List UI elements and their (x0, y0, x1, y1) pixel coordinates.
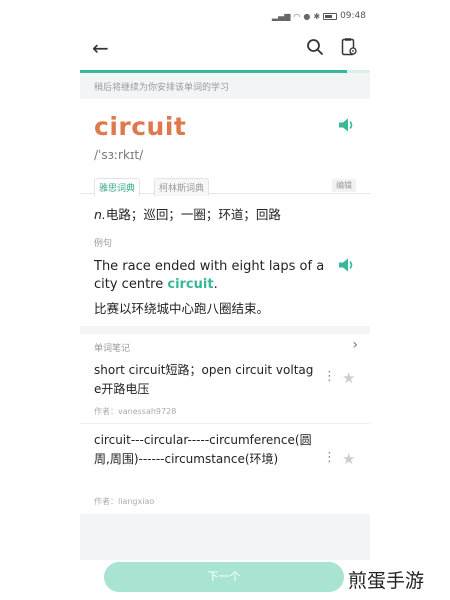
example-highlight: circuit (167, 277, 214, 292)
notebook-settings-icon[interactable] (340, 38, 358, 56)
example-chinese: 比赛以环绕城中心跑八圈结束。 (94, 301, 270, 316)
signal-icon: ▂▄▆ (271, 11, 291, 21)
note-text: short circuit短路；open circuit voltage开路电压 (94, 363, 314, 396)
example-speaker-icon[interactable] (338, 258, 354, 272)
dictionary-tabs: 雅思词典 柯林斯词典 编辑 (80, 176, 370, 196)
tab-collins-dictionary[interactable]: 柯林斯词典 (154, 178, 210, 196)
word-speaker-icon[interactable] (338, 118, 354, 132)
bluetooth-icon: ✱ (313, 11, 321, 21)
note-author: 作者：liangxiao (94, 497, 155, 506)
definition-text: 电路；巡回；一圈；环道；回路 (105, 207, 281, 222)
more-options-icon[interactable]: ⋮ (323, 451, 336, 464)
section-divider (80, 326, 370, 334)
star-icon[interactable]: ★ (342, 369, 355, 387)
learning-hint: 稍后将继续为你安排该单词的学习 (80, 73, 370, 99)
phonetic: /ˈsɜːrkɪt/ (94, 148, 144, 162)
star-icon[interactable]: ★ (342, 450, 355, 468)
toolbar: ← (80, 34, 370, 64)
note-author: 作者：vanessah9728 (94, 407, 177, 416)
battery-icon (323, 12, 338, 20)
search-icon[interactable] (306, 38, 324, 56)
status-time: 09:48 (340, 11, 366, 21)
notification-icon: ● (303, 11, 311, 21)
part-of-speech: n. (94, 207, 106, 222)
example-english: The race ended with eight laps of a city… (94, 258, 334, 294)
more-options-icon[interactable]: ⋮ (323, 370, 336, 383)
left-margin (0, 0, 80, 600)
note-text: circuit---circular-----circumference(圆周,… (94, 433, 312, 466)
headword: circuit (94, 112, 187, 141)
next-button[interactable]: 下一个 (104, 562, 344, 592)
tab-ielts-dictionary[interactable]: 雅思词典 (94, 178, 141, 196)
chevron-right-icon[interactable]: › (352, 337, 358, 353)
example-text-after: . (213, 277, 218, 292)
back-arrow-icon[interactable]: ← (92, 37, 109, 59)
definition: n.电路；巡回；一圈；环道；回路 (94, 204, 281, 223)
notes-label: 单词笔记 (94, 344, 131, 354)
edit-button[interactable]: 编辑 (332, 179, 356, 192)
example-label: 例句 (94, 239, 113, 249)
bottom-spacer (80, 514, 370, 560)
wifi-icon: ◠ (293, 11, 301, 21)
watermark: 煎蛋手游 (348, 570, 425, 592)
status-bar: ▂▄▆ ◠ ● ✱ 09:48 (96, 8, 366, 24)
note-separator (80, 423, 370, 424)
